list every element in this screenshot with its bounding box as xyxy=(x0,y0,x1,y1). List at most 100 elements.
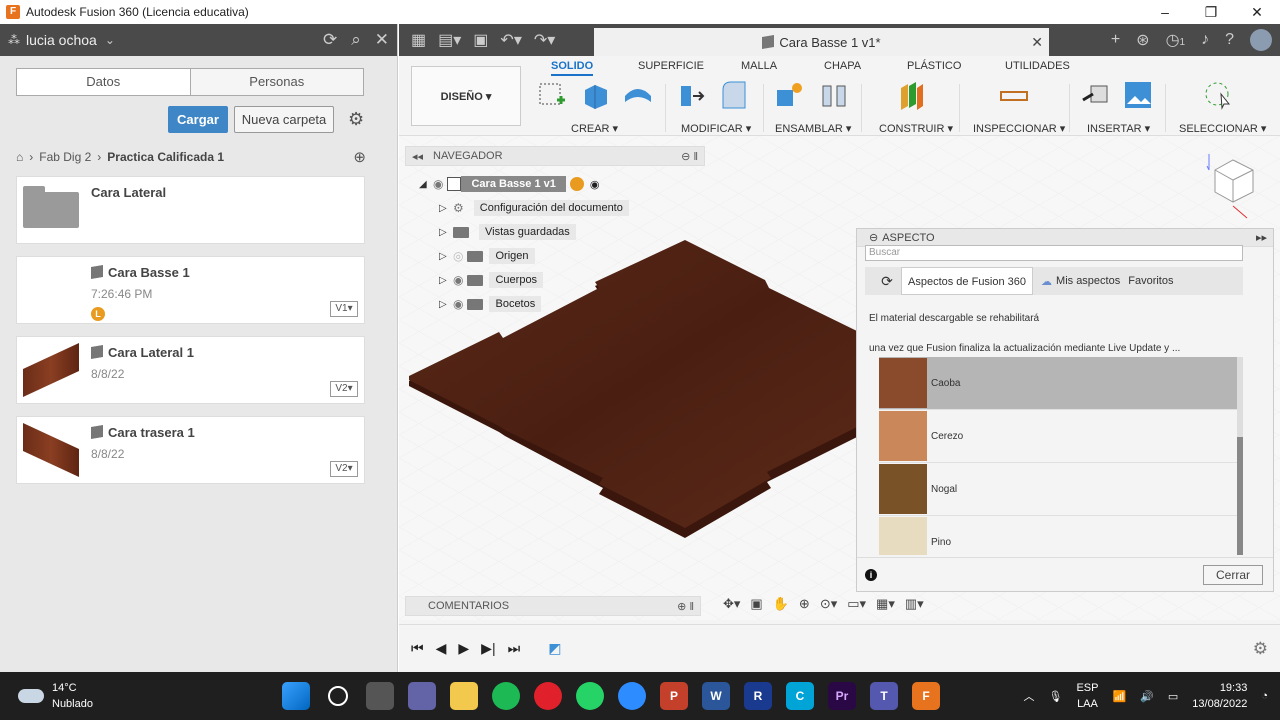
word-icon[interactable]: W xyxy=(702,682,730,710)
add-comment-icon[interactable]: ⊕ ‖ xyxy=(677,600,694,613)
material-item[interactable]: Caoba xyxy=(879,357,1237,410)
tree-item-bodies[interactable]: ▷ ◉ Cuerpos xyxy=(439,268,629,292)
refresh-icon[interactable]: ⟳ xyxy=(323,30,337,50)
zoom-icon[interactable]: ⊕ xyxy=(799,596,810,612)
tab-datos[interactable]: Datos xyxy=(17,69,191,95)
timeline-feature-icon[interactable]: ◩ xyxy=(548,640,561,657)
info-icon[interactable]: i xyxy=(865,568,877,581)
fusion-taskbar-icon[interactable]: F xyxy=(912,682,940,710)
refresh-icon[interactable]: ⟳ xyxy=(873,273,901,290)
premiere-icon[interactable]: Pr xyxy=(828,682,856,710)
tab-superficie[interactable]: SUPERFICIE xyxy=(638,60,704,72)
next-icon[interactable]: ▶| xyxy=(481,640,495,657)
collapse-icon[interactable]: ◂◂ xyxy=(412,150,423,163)
expand-icon[interactable]: ▸▸ xyxy=(1256,231,1267,244)
globe-icon[interactable]: ⊕ xyxy=(353,148,366,166)
minus-icon[interactable]: ⊖ xyxy=(869,231,878,244)
jobs-icon[interactable]: ◷1 xyxy=(1166,30,1186,50)
tab-personas[interactable]: Personas xyxy=(191,69,364,95)
task-view-icon[interactable] xyxy=(366,682,394,710)
file-icon[interactable]: ▤▾ xyxy=(438,30,461,50)
close-tab-icon[interactable]: ✕ xyxy=(1031,34,1043,51)
fillet-icon[interactable] xyxy=(719,80,749,110)
orbit-icon[interactable]: ✥▾ xyxy=(723,596,740,612)
modify-menu[interactable]: MODIFICAR ▾ xyxy=(681,122,751,135)
select-menu[interactable]: SELECCIONAR ▾ xyxy=(1179,122,1266,135)
navigator-header[interactable]: ◂◂ NAVEGADOR ⊖ ‖ xyxy=(405,146,705,166)
look-at-icon[interactable]: ▣ xyxy=(750,596,762,612)
expand-triangle-icon[interactable]: ▷ xyxy=(439,251,449,262)
eye-icon[interactable]: ◉ xyxy=(453,297,463,311)
close-icon[interactable]: ✕ xyxy=(375,30,389,50)
material-item[interactable]: Cerezo xyxy=(879,410,1237,463)
save-icon[interactable]: ▣ xyxy=(473,30,488,50)
tab-utilidades[interactable]: UTILIDADES xyxy=(1005,60,1070,72)
close-button[interactable]: Cerrar xyxy=(1203,564,1263,585)
list-item[interactable]: Cara Lateral xyxy=(16,176,365,244)
insert-derive-icon[interactable] xyxy=(1081,80,1111,110)
chevron-down-icon[interactable]: ⌄ xyxy=(105,33,115,47)
app-grid-icon[interactable]: ▦ xyxy=(411,30,426,50)
tab-solido[interactable]: SOLIDO xyxy=(551,60,594,76)
view-cube[interactable] xyxy=(1205,150,1267,220)
joint-icon[interactable] xyxy=(819,80,849,110)
revit-icon[interactable]: R xyxy=(744,682,772,710)
list-item[interactable]: Cara Lateral 1 8/8/22 V2▾ xyxy=(16,336,365,404)
breadcrumb-project[interactable]: Fab Dig 2 xyxy=(39,150,91,164)
expand-triangle-icon[interactable]: ▷ xyxy=(439,275,449,286)
user-menu[interactable]: lucia ochoa xyxy=(26,32,97,48)
battery-icon[interactable]: ▭ xyxy=(1168,690,1178,703)
zoom-icon[interactable] xyxy=(618,682,646,710)
search-icon[interactable]: ⌕ xyxy=(351,30,361,50)
language-indicator[interactable]: ESP LAA xyxy=(1076,680,1098,712)
tab-my-appearances[interactable]: Mis aspectos xyxy=(1056,275,1120,287)
activate-icon[interactable]: ◉ xyxy=(590,178,600,191)
insert-menu[interactable]: INSERTAR ▾ xyxy=(1087,122,1150,135)
tab-favorites[interactable]: Favoritos xyxy=(1128,275,1173,287)
insert-image-icon[interactable] xyxy=(1123,80,1153,110)
chevron-up-icon[interactable]: ︿ xyxy=(1023,688,1034,704)
workspace-selector[interactable]: DISEÑO ▾ xyxy=(411,66,521,126)
extensions-icon[interactable]: ⊛ xyxy=(1136,30,1149,50)
undo-icon[interactable]: ↶▾ xyxy=(500,30,521,50)
tab-malla[interactable]: MALLA xyxy=(741,60,777,72)
scrollbar[interactable] xyxy=(1237,357,1243,555)
viewports-icon[interactable]: ▥▾ xyxy=(905,596,924,612)
grid-icon[interactable]: ▦▾ xyxy=(876,596,895,612)
minimize-button[interactable]: – xyxy=(1142,0,1188,24)
upload-button[interactable]: Cargar xyxy=(168,106,228,133)
tree-item-origin[interactable]: ▷ ◎ Origen xyxy=(439,244,629,268)
eye-icon[interactable]: ◉ xyxy=(453,273,463,287)
version-dropdown[interactable]: V2▾ xyxy=(330,381,358,397)
whatsapp-icon[interactable] xyxy=(576,682,604,710)
tree-item-sketches[interactable]: ▷ ◉ Bocetos xyxy=(439,292,629,316)
home-icon[interactable]: ⌂ xyxy=(16,150,23,164)
expand-triangle-icon[interactable]: ▷ xyxy=(439,203,449,214)
previous-icon[interactable]: ◀ xyxy=(436,640,447,657)
new-folder-button[interactable]: Nueva carpeta xyxy=(234,106,334,133)
search-icon[interactable] xyxy=(328,686,348,706)
tab-plastico[interactable]: PLÁSTICO xyxy=(907,60,961,72)
select-icon[interactable] xyxy=(1203,80,1233,110)
offset-plane-icon[interactable] xyxy=(897,80,927,110)
avatar[interactable] xyxy=(1250,29,1272,51)
material-item[interactable]: Pino xyxy=(879,516,1237,555)
help-icon[interactable]: ? xyxy=(1225,31,1234,49)
measure-icon[interactable] xyxy=(999,80,1029,110)
zoom-window-icon[interactable]: ⊙▾ xyxy=(820,596,837,612)
sketch-icon[interactable] xyxy=(537,80,567,110)
collapse-triangle-icon[interactable]: ◢ xyxy=(419,179,429,190)
gear-icon[interactable]: ⚙ xyxy=(348,109,364,130)
expand-triangle-icon[interactable]: ▷ xyxy=(439,227,449,238)
list-item[interactable]: Cara trasera 1 8/8/22 V2▾ xyxy=(16,416,365,484)
redo-icon[interactable]: ↷▾ xyxy=(534,30,555,50)
tree-root[interactable]: ◢ ◉ Cara Basse 1 v1 ◉ xyxy=(419,172,629,196)
version-dropdown[interactable]: V2▾ xyxy=(330,461,358,477)
list-item[interactable]: Cara Basse 1 7:26:46 PM L V1▾ xyxy=(16,256,365,324)
tree-item-saved-views[interactable]: ▷ Vistas guardadas xyxy=(439,220,629,244)
press-pull-icon[interactable] xyxy=(677,80,707,110)
notifications-icon[interactable]: ◔ xyxy=(1261,690,1268,702)
new-tab-icon[interactable]: + xyxy=(1111,31,1120,49)
eye-icon[interactable]: ◉ xyxy=(433,177,443,191)
cortana-icon[interactable]: C xyxy=(786,682,814,710)
